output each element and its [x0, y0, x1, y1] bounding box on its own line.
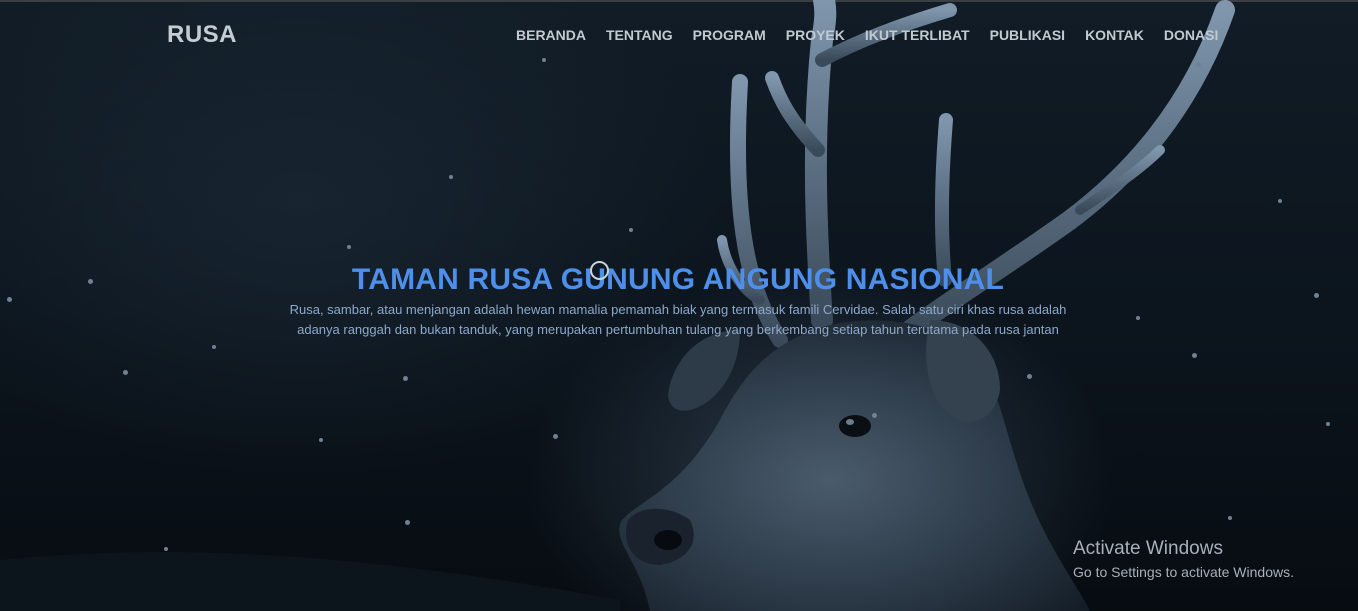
particle-dot: [1027, 374, 1032, 379]
nav-links: BERANDA TENTANG PROGRAM PROYEK IKUT TERL…: [506, 27, 1228, 43]
hero-description: Rusa, sambar, atau menjangan adalah hewa…: [289, 302, 1067, 337]
hero-title: TAMAN RUSA GUNUNG ANGUNG NASIONAL: [351, 263, 1005, 296]
particle-dot: [403, 376, 408, 381]
brand-logo[interactable]: RUSA: [167, 21, 237, 49]
hero-section: RUSA BERANDA TENTANG PROGRAM PROYEK IKUT…: [0, 0, 1358, 611]
windows-activation-watermark: Activate Windows Go to Settings to activ…: [1073, 538, 1294, 582]
particle-dot: [319, 438, 323, 442]
watermark-subtitle: Go to Settings to activate Windows.: [1073, 564, 1294, 580]
nav-link-kontak[interactable]: KONTAK: [1075, 27, 1154, 43]
particle-dot: [1314, 293, 1319, 298]
nav-link-donasi[interactable]: DONASI: [1154, 27, 1228, 43]
nav-link-ikut-terlibat[interactable]: IKUT TERLIBAT: [855, 27, 980, 43]
particle-dot: [347, 245, 351, 249]
particle-dot: [629, 228, 633, 232]
particle-dot: [7, 297, 12, 302]
particle-dot: [164, 547, 168, 551]
nav-link-proyek[interactable]: PROYEK: [776, 27, 855, 43]
particle-dot: [1326, 422, 1330, 426]
hero-content: TAMAN RUSA GUNUNG ANGUNG NASIONAL Rusa, …: [278, 262, 1078, 340]
particle-dot: [872, 413, 877, 418]
particle-dot: [212, 345, 216, 349]
nav-link-beranda[interactable]: BERANDA: [506, 27, 596, 43]
particle-dot: [405, 520, 410, 525]
particle-dot: [449, 175, 453, 179]
nav-link-program[interactable]: PROGRAM: [683, 27, 776, 43]
nav-link-tentang[interactable]: TENTANG: [596, 27, 683, 43]
nav-link-publikasi[interactable]: PUBLIKASI: [980, 27, 1075, 43]
particle-dot: [1192, 353, 1197, 358]
mouse-cursor-ring: [590, 261, 609, 280]
particle-dot: [88, 279, 93, 284]
particle-dot: [553, 434, 558, 439]
top-navbar: RUSA BERANDA TENTANG PROGRAM PROYEK IKUT…: [0, 0, 1358, 70]
watermark-title: Activate Windows: [1073, 538, 1223, 559]
particle-dot: [123, 370, 128, 375]
particle-dot: [1278, 199, 1282, 203]
particle-dot: [1136, 316, 1140, 320]
particle-dot: [1228, 516, 1232, 520]
